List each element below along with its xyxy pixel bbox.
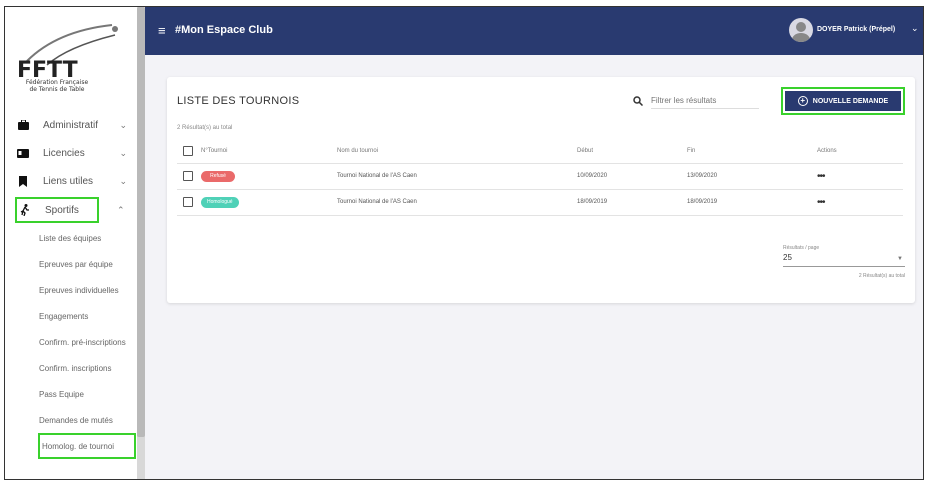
select-all-checkbox[interactable] (183, 145, 193, 156)
plus-circle-icon: + (797, 96, 808, 106)
new-request-label: NOUVELLE DEMANDE (812, 97, 889, 105)
bookmark-icon (17, 175, 29, 187)
start-date: 10/09/2020 (577, 163, 687, 190)
end-date: 18/09/2019 (687, 189, 817, 216)
sidebar-subitem[interactable]: Epreuves individuelles (5, 277, 137, 303)
table-row[interactable]: Refusé Tournoi National de l'AS Caen 10/… (177, 163, 903, 190)
sidebar-subitem[interactable]: Pass Equipe (5, 381, 137, 407)
end-date: 13/09/2020 (687, 163, 817, 190)
logo-caption-line1: Fédération Française (25, 79, 89, 86)
sidebar-item-liens-utiles[interactable]: Liens utiles ⌄ (5, 167, 137, 195)
row-checkbox[interactable] (183, 197, 193, 207)
fftt-logo: FFTT Fédération Française de Tennis de T… (17, 21, 132, 101)
sidebar-item-licencies[interactable]: Licencies ⌄ (5, 139, 137, 167)
status-cell: Homologué (201, 189, 337, 216)
row-select-cell (177, 189, 201, 216)
app-frame: FFTT Fédération Française de Tennis de T… (4, 6, 924, 480)
sidebar-subitem[interactable]: Confirm. inscriptions (5, 355, 137, 381)
search-icon (633, 96, 643, 106)
sidebar-item-label: Liens utiles (43, 175, 94, 187)
chevron-up-icon: ⌃ (117, 205, 125, 215)
sidebar-item-label: Administratif (43, 119, 99, 131)
sidebar-subitem[interactable]: Liste des équipes (5, 225, 137, 251)
rows-per-page-select[interactable]: 25 ▼ (783, 253, 905, 267)
search-input[interactable] (651, 93, 759, 109)
sidebar-item-label: Sportifs (45, 204, 79, 216)
sidebar: FFTT Fédération Française de Tennis de T… (5, 7, 145, 479)
app-title: #Mon Espace Club (175, 24, 273, 36)
sidebar-subitem[interactable]: Confirm. pré-inscriptions (5, 329, 137, 355)
chevron-down-icon: ⌄ (119, 148, 127, 158)
status-badge: Refusé (201, 170, 235, 182)
column-header: Actions (817, 139, 903, 164)
results-count: 2 Résultat(s) au total (177, 125, 233, 131)
chevron-down-icon: ⌄ (119, 120, 127, 130)
row-select-cell (177, 163, 201, 190)
tournament-name: Tournoi National de l'AS Caen (337, 163, 577, 190)
sidebar-item-administratif[interactable]: Administratif ⌄ (5, 111, 137, 139)
rows-per-page-label: Résultats / page (783, 245, 820, 251)
new-request-highlight: + NOUVELLE DEMANDE (781, 87, 905, 115)
page-title: LISTE DES TOURNOIS (177, 95, 300, 107)
dropdown-arrow-icon: ▼ (897, 256, 903, 262)
table-row[interactable]: Homologué Tournoi National de l'AS Caen … (177, 189, 903, 216)
top-bar: ≡ #Mon Espace Club DOYER Patrick (Prépel… (145, 7, 923, 55)
sidebar-subitem[interactable]: Epreuves par équipe (5, 251, 137, 277)
pager-total: 2 Résultat(s) au total (858, 273, 905, 279)
sidebar-item-sportifs[interactable]: Sportifs (15, 197, 99, 223)
id-card-icon (17, 147, 29, 159)
briefcase-icon (17, 119, 29, 131)
sidebar-subitem-homologation[interactable]: Homolog. de tournoi (38, 433, 136, 459)
column-header[interactable]: N°Tournoi (201, 139, 337, 164)
svg-text:FFTT: FFTT (17, 58, 78, 79)
menu-icon[interactable]: ≡ (158, 23, 166, 38)
table-header-row: N°Tournoi Nom du tournoi Début Fin Actio… (177, 139, 903, 164)
sidebar-subitem[interactable]: Demandes de mutés (5, 407, 137, 433)
tournament-table: N°Tournoi Nom du tournoi Début Fin Actio… (177, 139, 903, 216)
select-all-cell (177, 139, 201, 164)
sidebar-nav: Administratif ⌄ Licencies ⌄ Liens utiles… (5, 111, 137, 459)
column-header[interactable]: Début (577, 139, 687, 164)
chevron-down-icon: ⌄ (119, 176, 127, 186)
rows-per-page-value: 25 (783, 253, 792, 262)
tournament-name: Tournoi National de l'AS Caen (337, 189, 577, 216)
more-actions-icon[interactable]: ••• (817, 189, 903, 216)
tournament-list-card: LISTE DES TOURNOIS 2 Résultat(s) au tota… (167, 77, 915, 303)
avatar[interactable] (789, 18, 813, 42)
status-badge: Homologué (201, 196, 239, 208)
row-checkbox[interactable] (183, 171, 193, 181)
logo-caption-line2: de Tennis de Table (29, 86, 85, 93)
new-request-button[interactable]: + NOUVELLE DEMANDE (785, 91, 901, 111)
start-date: 18/09/2019 (577, 189, 687, 216)
sidebar-item-label: Licencies (43, 147, 85, 159)
sidebar-scrollbar-thumb[interactable] (137, 7, 145, 437)
column-header[interactable]: Fin (687, 139, 817, 164)
more-actions-icon[interactable]: ••• (817, 163, 903, 190)
column-header[interactable]: Nom du tournoi (337, 139, 577, 164)
status-cell: Refusé (201, 163, 337, 190)
logo-caption: Fédération Française de Tennis de Table (17, 79, 97, 93)
chevron-down-icon[interactable]: ⌄ (911, 23, 919, 34)
user-name[interactable]: DOYER Patrick (Prépel) (817, 26, 895, 33)
running-icon (19, 204, 31, 216)
fftt-logo-graphic: FFTT (17, 24, 118, 83)
sidebar-subitem[interactable]: Engagements (5, 303, 137, 329)
